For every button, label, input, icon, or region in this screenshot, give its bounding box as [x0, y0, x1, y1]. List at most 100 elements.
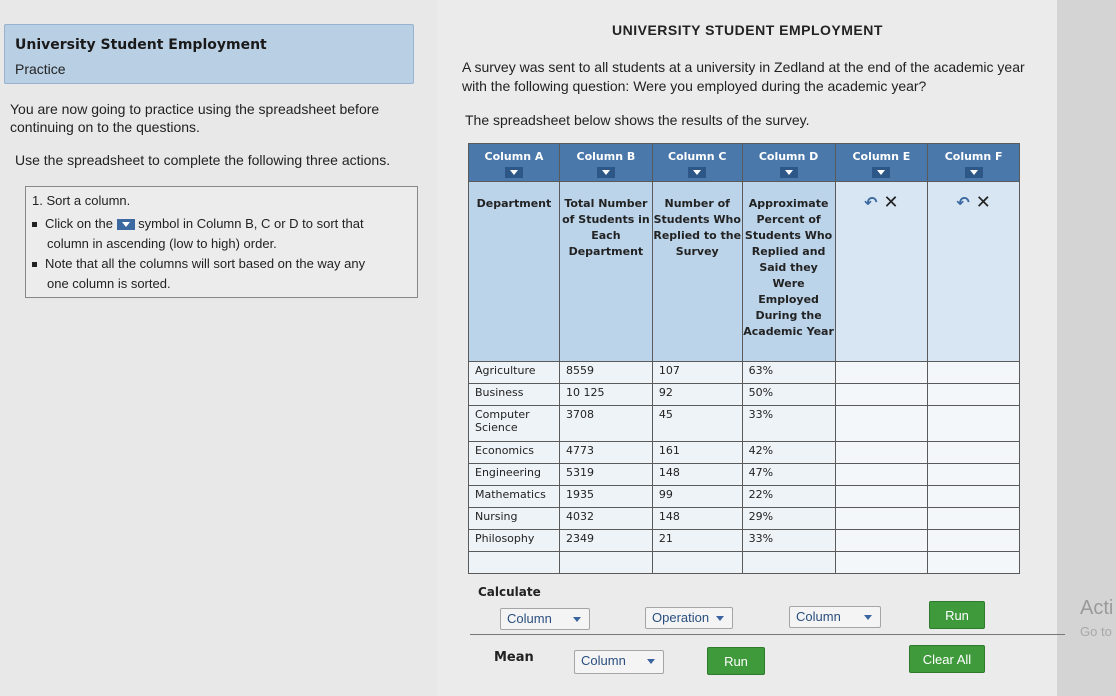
- delete-column-icon[interactable]: ✕: [976, 192, 991, 213]
- column-dropdown-3[interactable]: Column: [574, 650, 664, 674]
- title-box: University Student Employment Practice: [4, 24, 414, 84]
- task-title: 1. Sort a column.: [32, 193, 131, 208]
- cell[interactable]: [834, 383, 929, 406]
- cell[interactable]: 1935: [558, 485, 653, 508]
- cell[interactable]: Engineering: [468, 463, 560, 486]
- cell[interactable]: Business: [468, 383, 560, 406]
- cell[interactable]: 3708: [558, 405, 653, 442]
- cell[interactable]: 2349: [558, 529, 653, 552]
- operation-dropdown[interactable]: Operation: [645, 607, 733, 629]
- column-dropdown-2[interactable]: Column: [789, 606, 881, 628]
- cell[interactable]: [927, 529, 1020, 552]
- intro-text: You are now going to practice using the …: [10, 101, 380, 135]
- run-button-2[interactable]: Run: [707, 647, 765, 675]
- chevron-down-icon: [716, 616, 724, 621]
- cell[interactable]: 5319: [558, 463, 653, 486]
- cell[interactable]: 148: [651, 463, 743, 486]
- cell[interactable]: 4032: [558, 507, 653, 530]
- calculate-divider: [470, 634, 1065, 635]
- cell[interactable]: 21: [651, 529, 743, 552]
- table-row: Philosophy 2349 21 33%: [468, 529, 1020, 552]
- column-b-header: Column B: [558, 143, 653, 182]
- chevron-down-icon: [647, 659, 655, 664]
- column-d-header: Column D: [741, 143, 836, 182]
- bullet-dot: [32, 222, 37, 228]
- header-percent-employed: Approximate Percent of Students Who Repl…: [741, 181, 836, 362]
- cell[interactable]: 47%: [741, 463, 836, 486]
- header-replied: Number of Students Who Replied to the Su…: [651, 181, 743, 362]
- cell[interactable]: 4773: [558, 441, 653, 464]
- cell[interactable]: [834, 507, 929, 530]
- cell[interactable]: [834, 361, 929, 384]
- cell[interactable]: Computer Science: [468, 405, 560, 442]
- column-f-header: Column F: [927, 143, 1020, 182]
- cell[interactable]: [927, 405, 1020, 442]
- sort-dropdown-icon[interactable]: [964, 167, 983, 178]
- delete-column-icon[interactable]: ✕: [884, 192, 899, 213]
- cell[interactable]: 33%: [741, 529, 836, 552]
- cell[interactable]: [834, 463, 929, 486]
- cell[interactable]: 99: [651, 485, 743, 508]
- sort-dropdown-icon[interactable]: [688, 167, 707, 178]
- cell[interactable]: [834, 551, 929, 574]
- cell[interactable]: [651, 551, 743, 574]
- goto-watermark: Go to: [1080, 624, 1112, 639]
- bullet2-line1: Note that all the columns will sort base…: [45, 256, 366, 271]
- cell[interactable]: [927, 383, 1020, 406]
- instruction-text: Use the spreadsheet to complete the foll…: [15, 152, 391, 168]
- page-subtitle: Practice: [15, 61, 66, 77]
- cell[interactable]: [834, 485, 929, 508]
- spreadsheet-description: The spreadsheet below shows the results …: [465, 112, 810, 128]
- cell[interactable]: 29%: [741, 507, 836, 530]
- cell[interactable]: [927, 361, 1020, 384]
- column-a-header: Column A: [468, 143, 560, 182]
- cell[interactable]: [834, 529, 929, 552]
- cell[interactable]: [468, 551, 560, 574]
- cell[interactable]: [558, 551, 653, 574]
- run-button-1[interactable]: Run: [929, 601, 985, 629]
- cell[interactable]: [741, 551, 836, 574]
- cell[interactable]: [927, 441, 1020, 464]
- table-row: [468, 551, 1020, 574]
- cell[interactable]: 10 125: [558, 383, 653, 406]
- cell[interactable]: [834, 405, 929, 442]
- sort-dropdown-icon[interactable]: [872, 167, 891, 178]
- undo-icon[interactable]: ↶: [956, 193, 969, 212]
- cell[interactable]: 161: [651, 441, 743, 464]
- cell[interactable]: [834, 441, 929, 464]
- cell[interactable]: 148: [651, 507, 743, 530]
- task-bullet-1: Click on the symbol in Column B, C or D …: [32, 214, 407, 254]
- cell[interactable]: Economics: [468, 441, 560, 464]
- cell[interactable]: 107: [651, 361, 743, 384]
- column-e-header: Column E: [834, 143, 929, 182]
- cell[interactable]: [927, 507, 1020, 530]
- undo-icon[interactable]: ↶: [864, 193, 877, 212]
- cell[interactable]: Philosophy: [468, 529, 560, 552]
- cell[interactable]: 33%: [741, 405, 836, 442]
- column-dropdown-1[interactable]: Column: [500, 608, 590, 630]
- cell[interactable]: 63%: [741, 361, 836, 384]
- cell[interactable]: 45: [651, 405, 743, 442]
- survey-description: A survey was sent to all students at a u…: [462, 59, 1025, 94]
- cell[interactable]: 50%: [741, 383, 836, 406]
- cell[interactable]: Nursing: [468, 507, 560, 530]
- cell[interactable]: Agriculture: [468, 361, 560, 384]
- table-body: Agriculture 8559 107 63% Business 10 125 92 50…: [468, 361, 1020, 574]
- cell[interactable]: [927, 485, 1020, 508]
- table-row: Mathematics 1935 99 22%: [468, 485, 1020, 508]
- cell[interactable]: [927, 463, 1020, 486]
- table-row: Economics 4773 161 42%: [468, 441, 1020, 464]
- clear-all-button[interactable]: Clear All: [909, 645, 985, 673]
- sort-dropdown-icon[interactable]: [504, 167, 523, 178]
- cell[interactable]: Mathematics: [468, 485, 560, 508]
- cell[interactable]: [927, 551, 1020, 574]
- cell[interactable]: 92: [651, 383, 743, 406]
- cell[interactable]: 22%: [741, 485, 836, 508]
- cell[interactable]: 42%: [741, 441, 836, 464]
- cell[interactable]: 8559: [558, 361, 653, 384]
- table-row: Engineering 5319 148 47%: [468, 463, 1020, 486]
- header-total-students: Total Number of Students in Each Departm…: [558, 181, 653, 362]
- calculate-label: Calculate: [478, 585, 541, 599]
- sort-dropdown-icon[interactable]: [596, 167, 615, 178]
- sort-dropdown-icon[interactable]: [779, 167, 798, 178]
